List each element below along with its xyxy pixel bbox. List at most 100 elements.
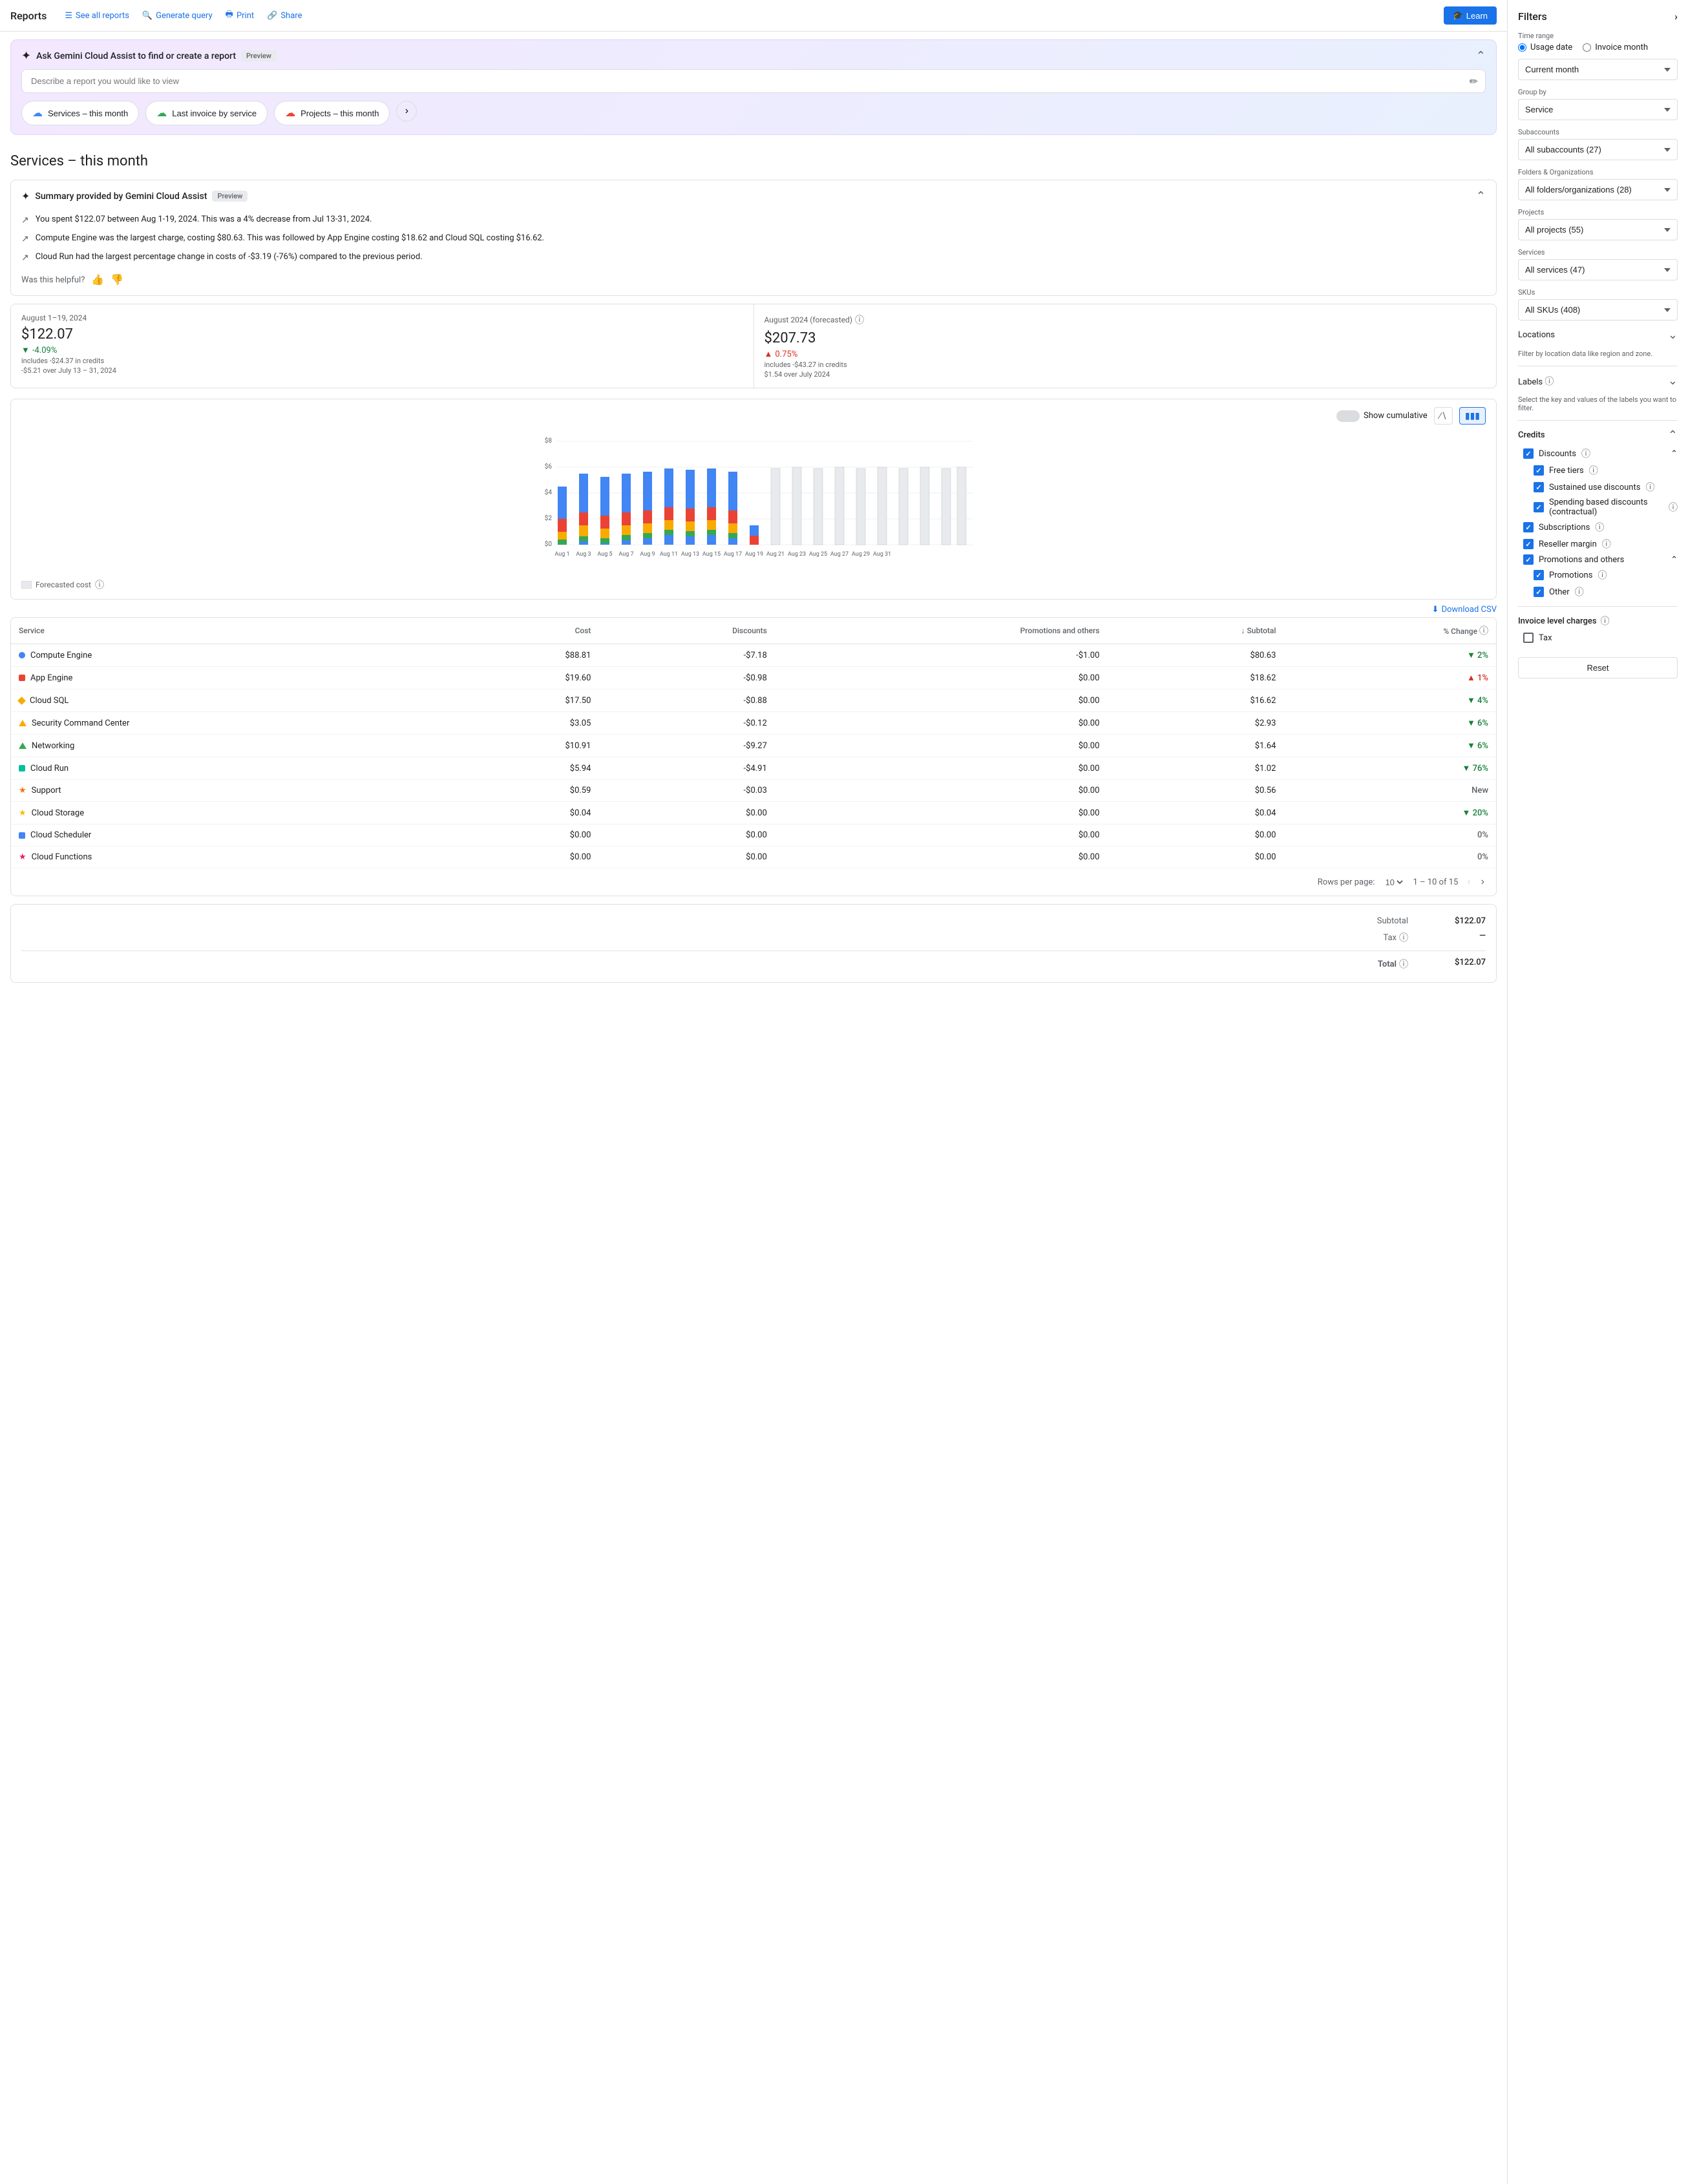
- subtotal-cell: $0.00: [1107, 846, 1283, 868]
- credits-title[interactable]: Credits ⌃: [1518, 428, 1678, 442]
- other-item: Other ⓘ: [1518, 585, 1678, 598]
- invoice-month-radio[interactable]: Invoice month: [1583, 43, 1648, 52]
- discounts-checkbox[interactable]: [1523, 448, 1534, 459]
- see-all-reports-link[interactable]: ☰ See all reports: [65, 11, 129, 21]
- next-page-button[interactable]: ›: [1480, 875, 1486, 889]
- forecasted-info-icon[interactable]: ⓘ: [95, 578, 104, 591]
- line-chart-button[interactable]: ∕∖: [1434, 407, 1453, 425]
- forecasted-legend-box: [21, 581, 32, 589]
- svg-text:Aug 23: Aug 23: [788, 551, 806, 558]
- tax-checkbox[interactable]: [1523, 633, 1534, 643]
- promotions-sub-info-icon[interactable]: ⓘ: [1598, 569, 1607, 582]
- promotions-cell: -$1.00: [775, 644, 1108, 667]
- change-info-icon[interactable]: ⓘ: [1479, 626, 1488, 636]
- svg-text:Aug 13: Aug 13: [681, 551, 699, 558]
- group-by-select[interactable]: Service: [1518, 99, 1678, 120]
- learn-button[interactable]: 🎓 Learn: [1444, 6, 1497, 25]
- forecast-metric-value: $207.73: [765, 330, 1486, 346]
- summary-card: ✦ Summary provided by Gemini Cloud Assis…: [10, 180, 1497, 296]
- thumbs-up-button[interactable]: 👍: [91, 273, 104, 286]
- other-checkbox[interactable]: [1534, 587, 1544, 597]
- quick-report-invoice-button[interactable]: ☁ Last invoice by service: [145, 101, 268, 125]
- summary-collapse-button[interactable]: ⌃: [1476, 189, 1486, 203]
- sustained-info-icon[interactable]: ⓘ: [1645, 481, 1654, 494]
- col-subtotal[interactable]: ↓ Subtotal: [1107, 618, 1283, 644]
- tax-info-icon[interactable]: ⓘ: [1399, 931, 1408, 944]
- discounts-cell: -$4.91: [598, 757, 774, 780]
- invoice-month-radio-input[interactable]: [1583, 43, 1591, 52]
- gemini-search-input[interactable]: [21, 69, 1486, 93]
- summary-item-3: ↗ Cloud Run had the largest percentage c…: [21, 248, 1486, 267]
- labels-info-icon[interactable]: ⓘ: [1545, 377, 1554, 387]
- thumbs-down-button[interactable]: 👎: [111, 273, 123, 286]
- quick-report-projects-button[interactable]: ☁ Projects – this month: [274, 101, 390, 125]
- gemini-title: ✦ Ask Gemini Cloud Assist to find or cre…: [21, 49, 277, 63]
- usage-date-radio[interactable]: Usage date: [1518, 43, 1572, 52]
- reset-button[interactable]: Reset: [1518, 657, 1678, 678]
- subscriptions-checkbox[interactable]: [1523, 522, 1534, 532]
- toggle-switch[interactable]: [1336, 410, 1360, 422]
- services-select[interactable]: All services (47): [1518, 259, 1678, 280]
- more-reports-button[interactable]: ›: [396, 101, 417, 121]
- svg-text:Aug 17: Aug 17: [724, 551, 742, 558]
- current-metric-value: $122.07: [21, 326, 743, 342]
- chart-controls: Show cumulative ∕∖ ▮▮▮: [21, 407, 1486, 425]
- discounts-item: Discounts ⓘ ⌃: [1518, 447, 1678, 460]
- cost-cell: $0.00: [454, 824, 598, 846]
- subtotal-cell: $18.62: [1107, 667, 1283, 689]
- discounts-collapse-icon[interactable]: ⌃: [1671, 449, 1678, 459]
- table-row: Cloud SQL $17.50 -$0.88 $0.00 $16.62 ▼ 4…: [11, 689, 1496, 712]
- collapse-button[interactable]: ⌃: [1476, 49, 1486, 63]
- reseller-checkbox[interactable]: [1523, 539, 1534, 549]
- metrics-row: August 1–19, 2024 $122.07 ▼ -4.09% inclu…: [10, 304, 1497, 388]
- current-month-select[interactable]: Current month: [1518, 59, 1678, 80]
- invoice-level-info-icon[interactable]: ⓘ: [1601, 614, 1610, 627]
- projects-group: Projects All projects (55): [1518, 208, 1678, 246]
- table-row: ★ Cloud Storage $0.04 $0.00 $0.00 $0.04 …: [11, 802, 1496, 824]
- sidebar-collapse-icon[interactable]: ›: [1674, 10, 1678, 23]
- subaccounts-select[interactable]: All subaccounts (27): [1518, 139, 1678, 160]
- usage-date-radio-input[interactable]: [1518, 43, 1526, 52]
- other-info-icon[interactable]: ⓘ: [1575, 585, 1584, 598]
- page-title: Services – this month: [0, 143, 1507, 174]
- cumulative-toggle[interactable]: Show cumulative: [1336, 410, 1428, 422]
- promotions-collapse-icon[interactable]: ⌃: [1671, 555, 1678, 565]
- reseller-info-icon[interactable]: ⓘ: [1602, 538, 1611, 551]
- spending-checkbox[interactable]: [1534, 502, 1544, 512]
- subscriptions-info-icon[interactable]: ⓘ: [1595, 521, 1604, 534]
- promotions-checkbox[interactable]: [1523, 554, 1534, 565]
- rows-per-page-select[interactable]: 10 25 50: [1382, 877, 1405, 888]
- free-tiers-info-icon[interactable]: ⓘ: [1589, 464, 1598, 477]
- promotions-sub-item: Promotions ⓘ: [1518, 569, 1678, 582]
- locations-header[interactable]: Locations ⌄: [1518, 328, 1678, 342]
- projects-select[interactable]: All projects (55): [1518, 219, 1678, 240]
- forecast-metric-label: August 2024 (forecasted) ⓘ: [765, 313, 1486, 326]
- prev-page-button[interactable]: ‹: [1466, 875, 1472, 889]
- svg-text:Aug 5: Aug 5: [597, 551, 612, 558]
- spending-info-icon[interactable]: ⓘ: [1669, 501, 1678, 514]
- forecasted-legend: Forecasted cost ⓘ: [21, 578, 1486, 591]
- discounts-cell: -$0.03: [598, 780, 774, 802]
- service-cell: Cloud Scheduler: [11, 824, 454, 846]
- share-link[interactable]: 🔗 Share: [267, 11, 302, 21]
- quick-report-services-button[interactable]: ☁ Services – this month: [21, 101, 139, 125]
- bar-chart-button[interactable]: ▮▮▮: [1459, 407, 1486, 425]
- reseller-item: Reseller margin ⓘ: [1518, 538, 1678, 551]
- download-csv-link[interactable]: ⬇ Download CSV: [1432, 605, 1497, 614]
- discounts-cell: -$0.12: [598, 712, 774, 735]
- discounts-info-icon[interactable]: ⓘ: [1581, 447, 1590, 460]
- generate-query-link[interactable]: 🔍 Generate query: [142, 11, 213, 21]
- print-link[interactable]: 🖶 Print: [226, 8, 254, 23]
- sustained-checkbox[interactable]: [1534, 482, 1544, 492]
- forecast-info-icon[interactable]: ⓘ: [855, 313, 864, 326]
- folders-select[interactable]: All folders/organizations (28): [1518, 179, 1678, 200]
- skus-select[interactable]: All SKUs (408): [1518, 299, 1678, 320]
- subscriptions-item: Subscriptions ⓘ: [1518, 521, 1678, 534]
- total-info-icon[interactable]: ⓘ: [1399, 958, 1408, 971]
- edit-icon: ✏: [1470, 75, 1478, 87]
- print-icon: 🖶: [226, 8, 233, 23]
- labels-header[interactable]: Labels ⓘ ⌄: [1518, 374, 1678, 388]
- free-tiers-checkbox[interactable]: [1534, 465, 1544, 476]
- promotions-sub-checkbox[interactable]: [1534, 570, 1544, 580]
- current-metric-change: ▼ -4.09%: [21, 345, 743, 355]
